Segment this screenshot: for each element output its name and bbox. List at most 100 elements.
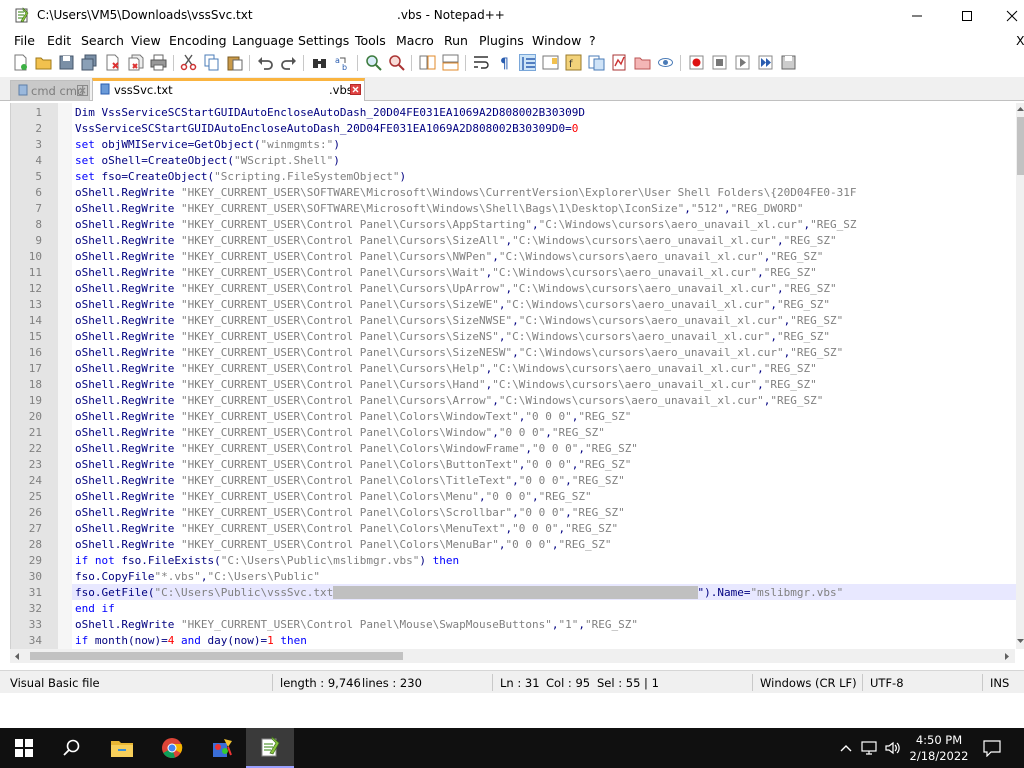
- taskbar-paint[interactable]: [198, 728, 246, 768]
- code-line[interactable]: if month(now)=4 and day(now)=1 then: [75, 634, 307, 647]
- menu-language[interactable]: Language: [232, 33, 294, 48]
- code-line[interactable]: fso.GetFile("C:\Users\Public\vssSvc.txt …: [75, 586, 843, 599]
- zoom-out-button[interactable]: [388, 54, 405, 71]
- scroll-down-arrow-icon[interactable]: [1016, 637, 1024, 645]
- minimize-button[interactable]: [894, 0, 940, 31]
- paste-button[interactable]: [226, 54, 243, 71]
- tray-volume[interactable]: [883, 738, 903, 758]
- menu-plugins[interactable]: Plugins: [479, 33, 524, 48]
- macro-run-multiple-button[interactable]: [757, 54, 774, 71]
- vertical-scrollbar[interactable]: [1016, 103, 1024, 649]
- code-line[interactable]: oShell.RegWrite "HKEY_CURRENT_USER\SOFTW…: [75, 186, 856, 199]
- code-line[interactable]: oShell.RegWrite "HKEY_CURRENT_USER\Contr…: [75, 250, 823, 263]
- macro-stop-button[interactable]: [711, 54, 728, 71]
- code-line[interactable]: VssServiceSCStartGUIDAutoEncloseAutoDash…: [75, 122, 578, 135]
- folder-button[interactable]: [634, 54, 651, 71]
- menu-run[interactable]: Run: [444, 33, 468, 48]
- horizontal-scrollbar[interactable]: [10, 649, 1015, 663]
- close-button[interactable]: [989, 0, 1024, 31]
- code-line[interactable]: oShell.RegWrite "HKEY_CURRENT_USER\Contr…: [75, 234, 837, 247]
- code-line[interactable]: oShell.RegWrite "HKEY_CURRENT_USER\Contr…: [75, 442, 638, 455]
- save-all-button[interactable]: [81, 54, 98, 71]
- code-line[interactable]: end if: [75, 602, 115, 615]
- scroll-up-arrow-icon[interactable]: [1016, 105, 1024, 113]
- code-line[interactable]: oShell.RegWrite "HKEY_CURRENT_USER\Contr…: [75, 458, 631, 471]
- tab-vsssvc[interactable]: vssSvc.txt .vbs: [92, 78, 365, 101]
- code-line[interactable]: set oShell=CreateObject("WScript.Shell"): [75, 154, 340, 167]
- code-line[interactable]: oShell.RegWrite "HKEY_CURRENT_USER\Contr…: [75, 282, 837, 295]
- vertical-scroll-thumb[interactable]: [1017, 117, 1024, 175]
- replace-button[interactable]: ab: [334, 54, 351, 71]
- maximize-button[interactable]: [944, 0, 990, 31]
- tray-overflow-button[interactable]: [836, 738, 856, 758]
- menu-search[interactable]: Search: [81, 33, 124, 48]
- menu-edit[interactable]: Edit: [47, 33, 71, 48]
- show-all-chars-button[interactable]: ¶: [496, 54, 513, 71]
- code-line[interactable]: oShell.RegWrite "HKEY_CURRENT_USER\Contr…: [75, 426, 605, 439]
- menu-encoding[interactable]: Encoding: [169, 33, 227, 48]
- close-document-x[interactable]: X: [1016, 33, 1024, 48]
- code-line[interactable]: fso.CopyFile"*.vbs","C:\Users\Public": [75, 570, 320, 583]
- taskbar-notepadpp[interactable]: [246, 728, 294, 768]
- scroll-left-arrow-icon[interactable]: [13, 652, 21, 661]
- sync-vertical-button[interactable]: [419, 54, 436, 71]
- code-line[interactable]: oShell.RegWrite "HKEY_CURRENT_USER\Contr…: [75, 266, 817, 279]
- word-wrap-button[interactable]: [473, 54, 490, 71]
- tab-cmd[interactable]: cmd cmd: [10, 80, 90, 101]
- code-line[interactable]: oShell.RegWrite "HKEY_CURRENT_USER\Contr…: [75, 218, 856, 231]
- code-line[interactable]: oShell.RegWrite "HKEY_CURRENT_USER\SOFTW…: [75, 202, 804, 215]
- code-line[interactable]: if not fso.FileExists("C:\Users\Public\m…: [75, 554, 459, 567]
- find-button[interactable]: [311, 54, 328, 71]
- preview-button[interactable]: [657, 54, 674, 71]
- macro-play-button[interactable]: [734, 54, 751, 71]
- code-line[interactable]: oShell.RegWrite "HKEY_CURRENT_USER\Contr…: [75, 314, 843, 327]
- code-line[interactable]: oShell.RegWrite "HKEY_CURRENT_USER\Contr…: [75, 410, 631, 423]
- code-line[interactable]: oShell.RegWrite "HKEY_CURRENT_USER\Contr…: [75, 394, 823, 407]
- start-button[interactable]: [0, 728, 48, 768]
- code-line[interactable]: oShell.RegWrite "HKEY_CURRENT_USER\Contr…: [75, 378, 817, 391]
- tray-network[interactable]: [860, 738, 880, 758]
- close-icon[interactable]: [77, 85, 88, 96]
- print-button[interactable]: [150, 54, 167, 71]
- folder-as-workspace-button[interactable]: [588, 54, 605, 71]
- menu-settings[interactable]: Settings: [298, 33, 349, 48]
- menu-file[interactable]: File: [14, 33, 35, 48]
- zoom-in-button[interactable]: [365, 54, 382, 71]
- copy-button[interactable]: [203, 54, 220, 71]
- editor[interactable]: 1 2 3 4 5 6 7 8 9 10 11 12 13 14 15 16 17 18 19 20 21 22 23 24 2…: [10, 103, 1024, 649]
- code-line[interactable]: oShell.RegWrite "HKEY_CURRENT_USER\Contr…: [75, 362, 817, 375]
- code-line[interactable]: Dim VssServiceSCStartGUIDAutoEncloseAuto…: [75, 106, 585, 119]
- close-file-button[interactable]: [104, 54, 121, 71]
- redo-button[interactable]: [280, 54, 297, 71]
- menu-view[interactable]: View: [131, 33, 161, 48]
- function-list-button[interactable]: f: [565, 54, 582, 71]
- code-line[interactable]: oShell.RegWrite "HKEY_CURRENT_USER\Contr…: [75, 490, 592, 503]
- macro-record-button[interactable]: [688, 54, 705, 71]
- scroll-right-arrow-icon[interactable]: [1003, 652, 1011, 661]
- taskbar-clock[interactable]: 4:50 PM 2/18/2022: [908, 732, 970, 764]
- taskbar-search-button[interactable]: [48, 728, 96, 768]
- fold-margin[interactable]: [58, 103, 72, 649]
- code-line[interactable]: oShell.RegWrite "HKEY_CURRENT_USER\Contr…: [75, 618, 638, 631]
- horizontal-scroll-thumb[interactable]: [30, 652, 403, 660]
- code-line[interactable]: oShell.RegWrite "HKEY_CURRENT_USER\Contr…: [75, 522, 618, 535]
- open-file-button[interactable]: [35, 54, 52, 71]
- code-line[interactable]: oShell.RegWrite "HKEY_CURRENT_USER\Contr…: [75, 538, 611, 551]
- code-line[interactable]: set fso=CreateObject("Scripting.FileSyst…: [75, 170, 406, 183]
- sync-horizontal-button[interactable]: [442, 54, 459, 71]
- close-all-button[interactable]: [127, 54, 144, 71]
- menu-tools[interactable]: Tools: [355, 33, 386, 48]
- code-line[interactable]: oShell.RegWrite "HKEY_CURRENT_USER\Contr…: [75, 298, 830, 311]
- cut-button[interactable]: [180, 54, 197, 71]
- code-line[interactable]: oShell.RegWrite "HKEY_CURRENT_USER\Contr…: [75, 330, 830, 343]
- menu-window[interactable]: Window: [532, 33, 581, 48]
- notifications-button[interactable]: [982, 738, 1002, 758]
- code-line[interactable]: set objWMIService=GetObject("winmgmts:"): [75, 138, 340, 151]
- taskbar-chrome[interactable]: [148, 728, 196, 768]
- taskbar-file-explorer[interactable]: [98, 728, 146, 768]
- macro-save-button[interactable]: [780, 54, 797, 71]
- new-file-button[interactable]: [12, 54, 29, 71]
- menu-macro[interactable]: Macro: [396, 33, 434, 48]
- close-icon[interactable]: [350, 84, 361, 95]
- code-line[interactable]: oShell.RegWrite "HKEY_CURRENT_USER\Contr…: [75, 474, 625, 487]
